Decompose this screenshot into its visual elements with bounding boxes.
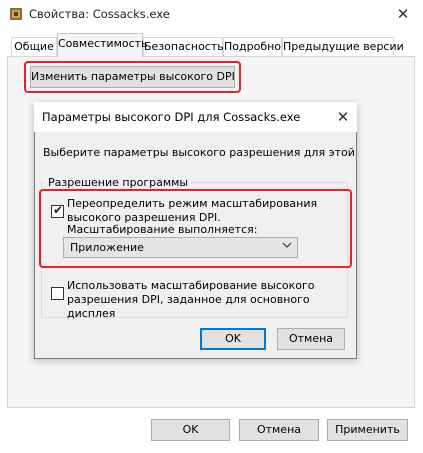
dialog-close-icon[interactable]: ✕	[332, 106, 354, 128]
highlight-frame	[39, 189, 352, 268]
cancel-button[interactable]: Отмена	[239, 419, 319, 441]
dialog-cancel-button[interactable]: Отмена	[277, 328, 345, 350]
dialog-title: Параметры высокого DPI для Cossacks.exe	[42, 110, 301, 124]
tab-security[interactable]: Безопасность	[143, 37, 224, 56]
dialog-ok-button[interactable]: OK	[200, 328, 266, 350]
window-title: Свойства: Cossacks.exe	[29, 7, 170, 21]
tab-details[interactable]: Подробно	[223, 37, 282, 56]
ok-button[interactable]: OK	[151, 419, 230, 441]
close-icon[interactable]: ✕	[386, 2, 420, 26]
group-title: Разрешение программы	[45, 176, 192, 189]
apply-button[interactable]: Применить	[327, 419, 408, 441]
system-dpi-checkbox[interactable]	[51, 287, 64, 300]
system-dpi-label[interactable]: Использовать масштабирование высокого ра…	[67, 279, 350, 321]
tab-general[interactable]: Общие	[11, 37, 57, 56]
app-icon	[9, 7, 23, 21]
tab-compatibility[interactable]: Совместимость	[57, 33, 148, 57]
tab-previous-versions[interactable]: Предыдущие версии	[282, 37, 404, 56]
dialog-description: Выберите параметры высокого разрешения д…	[43, 146, 355, 159]
highlight-frame	[24, 61, 241, 93]
